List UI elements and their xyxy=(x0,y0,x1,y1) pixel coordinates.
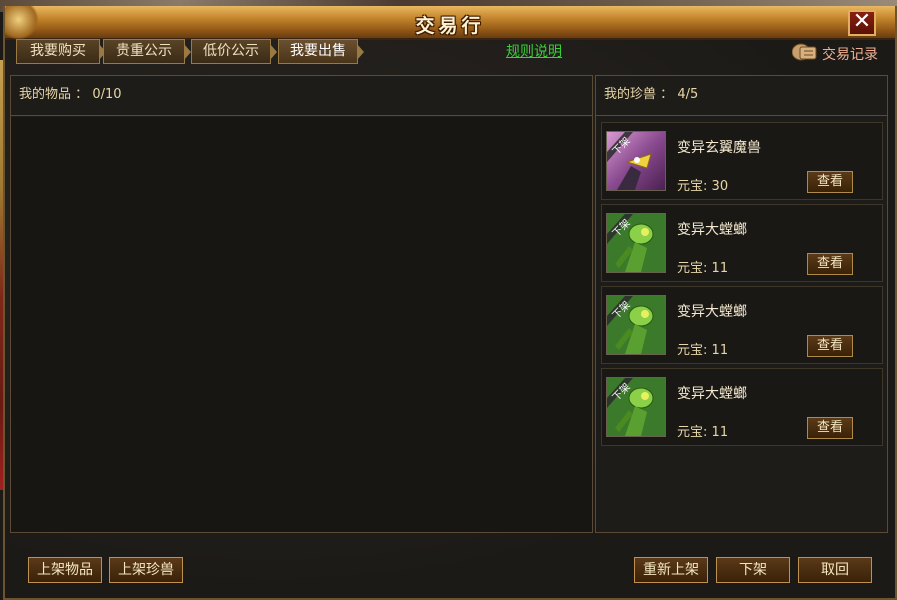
close-icon: ✕ xyxy=(852,9,872,34)
my-pets-count: 4/5 xyxy=(677,87,699,102)
my-pets-separator: ： xyxy=(660,87,674,102)
pet-name: 变异大螳螂 xyxy=(677,386,747,402)
pet-card[interactable]: 下架 变异大螳螂 元宝: 11 查看 xyxy=(601,204,883,282)
pet-price-label: 元宝 xyxy=(677,343,704,358)
tab-valuable-notice-label: 贵重公示 xyxy=(116,43,172,59)
view-button[interactable]: 查看 xyxy=(807,335,853,357)
pet-price-value: 11 xyxy=(711,425,729,440)
my-pets-label: 我的珍兽 xyxy=(604,87,657,102)
tab-buy[interactable]: 我要购买 xyxy=(16,39,106,64)
tab-sell[interactable]: 我要出售 xyxy=(278,39,364,64)
my-pets-header: 我的珍兽 ： 4/5 xyxy=(596,76,887,116)
pet-price-label: 元宝 xyxy=(677,425,704,440)
pet-price-value: 11 xyxy=(711,261,729,276)
pet-card[interactable]: 下架 变异玄翼魔兽 元宝: 30 查看 xyxy=(601,122,883,200)
list-pet-button[interactable]: 上架珍兽 xyxy=(109,557,183,583)
view-button[interactable]: 查看 xyxy=(807,171,853,193)
my-items-label: 我的物品 xyxy=(19,87,72,102)
list-item-button[interactable]: 上架物品 xyxy=(28,557,102,583)
pet-price-colon: : xyxy=(703,261,708,276)
pet-name: 变异大螳螂 xyxy=(677,222,747,238)
window-title: 交易行 xyxy=(415,15,485,37)
tab-lowprice-notice-label: 低价公示 xyxy=(203,43,259,59)
my-items-list[interactable] xyxy=(11,117,592,532)
pet-price-colon: : xyxy=(703,343,708,358)
my-items-header: 我的物品 ： 0/10 xyxy=(11,76,592,116)
my-items-separator: ： xyxy=(75,87,89,102)
view-button[interactable]: 查看 xyxy=(807,417,853,439)
relist-button[interactable]: 重新上架 xyxy=(634,557,708,583)
close-button[interactable]: ✕ xyxy=(848,10,876,36)
tab-lowprice-notice[interactable]: 低价公示 xyxy=(191,39,277,64)
my-items-count: 0/10 xyxy=(92,87,122,102)
pet-price: 元宝: 11 xyxy=(677,421,728,440)
tab-sell-label: 我要出售 xyxy=(290,43,346,59)
pet-name: 变异玄翼魔兽 xyxy=(677,140,761,156)
pet-price: 元宝: 11 xyxy=(677,339,728,358)
my-items-panel: 我的物品 ： 0/10 xyxy=(10,75,593,533)
title-bar[interactable]: 交易行 ✕ xyxy=(5,6,895,40)
retrieve-button[interactable]: 取回 xyxy=(798,557,872,583)
pet-price-label: 元宝 xyxy=(677,179,704,194)
pet-price-label: 元宝 xyxy=(677,261,704,276)
tab-buy-label: 我要购买 xyxy=(30,43,86,59)
pet-price: 元宝: 30 xyxy=(677,175,728,194)
pet-price-colon: : xyxy=(703,425,708,440)
delist-button[interactable]: 下架 xyxy=(716,557,790,583)
my-pets-panel: 我的珍兽 ： 4/5 下架 变异玄翼魔兽 元宝: 30 查看 下架 变异大螳螂 … xyxy=(595,75,888,533)
scroll-icon xyxy=(792,43,817,61)
pet-price-colon: : xyxy=(703,179,708,194)
pet-card[interactable]: 下架 变异大螳螂 元宝: 11 查看 xyxy=(601,286,883,364)
trade-record-link[interactable]: 交易记录 xyxy=(792,38,887,66)
tab-valuable-notice[interactable]: 贵重公示 xyxy=(103,39,191,64)
pet-name: 变异大螳螂 xyxy=(677,304,747,320)
pet-card[interactable]: 下架 变异大螳螂 元宝: 11 查看 xyxy=(601,368,883,446)
trade-record-label: 交易记录 xyxy=(822,47,878,63)
pet-price-value: 11 xyxy=(711,343,729,358)
rules-link[interactable]: 规则说明 xyxy=(506,41,572,63)
pet-price: 元宝: 11 xyxy=(677,257,728,276)
pet-price-value: 30 xyxy=(711,179,729,194)
view-button[interactable]: 查看 xyxy=(807,253,853,275)
